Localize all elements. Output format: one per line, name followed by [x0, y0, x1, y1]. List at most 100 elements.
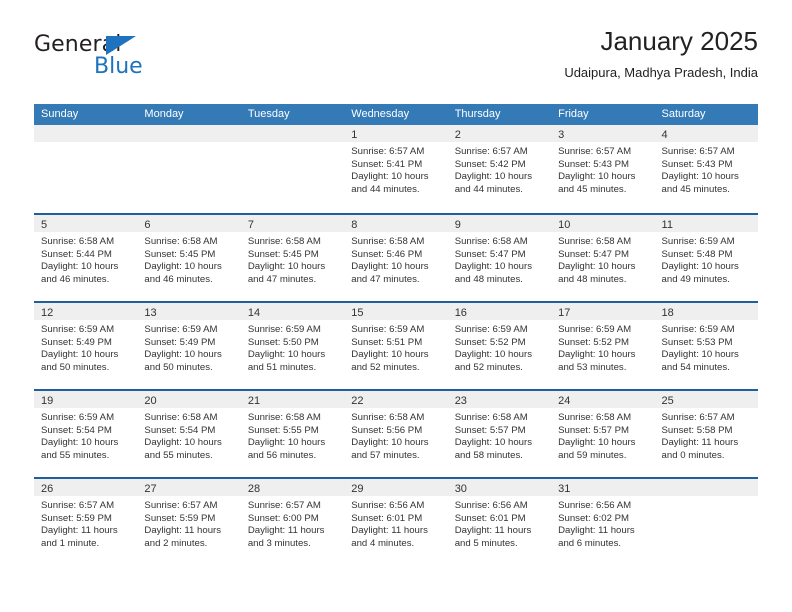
sunrise-text: Sunrise: 6:58 AM — [558, 236, 632, 247]
daylight-text-line2: and 54 minutes. — [661, 361, 730, 373]
generalblue-logo[interactable]: General Blue — [34, 32, 244, 88]
sunset-text: Sunset: 5:46 PM — [351, 248, 423, 260]
calendar-day-cell[interactable]: 13 Sunrise: 6:59 AM Sunset: 5:49 PM Dayligh… — [137, 303, 241, 389]
page-subtitle: Udaipura, Madhya Pradesh, India — [564, 65, 758, 80]
calendar-day-cell[interactable]: 11 Sunrise: 6:59 AM Sunset: 5:48 PM Dayligh… — [654, 215, 758, 301]
calendar-day-cell[interactable]: 17 Sunrise: 6:59 AM Sunset: 5:52 PM Dayligh… — [551, 303, 655, 389]
daylight-text-line1: Daylight: 10 hours — [454, 349, 533, 361]
daylight-text-line1: Daylight: 11 hours — [41, 525, 118, 537]
sunset-text: Sunset: 5:49 PM — [41, 336, 112, 348]
calendar-day-cell-empty — [34, 125, 138, 213]
sunrise-text: Sunrise: 6:59 AM — [558, 324, 632, 335]
day-number: 12 — [41, 307, 54, 319]
daylight-text-line2: and 5 minutes. — [454, 537, 518, 549]
day-number-strip: 17 — [551, 303, 655, 320]
calendar-day-cell[interactable]: 5 Sunrise: 6:58 AM Sunset: 5:44 PM Daylight… — [34, 215, 138, 301]
calendar-day-cell[interactable]: 6 Sunrise: 6:58 AM Sunset: 5:45 PM Daylight… — [137, 215, 241, 301]
calendar-day-cell[interactable]: 10 Sunrise: 6:58 AM Sunset: 5:47 PM Dayligh… — [551, 215, 655, 301]
day-details: Sunrise: 6:58 AM Sunset: 5:47 PM Daylight:… — [551, 232, 654, 286]
calendar-day-cell[interactable]: 20 Sunrise: 6:58 AM Sunset: 5:54 PM Dayligh… — [137, 391, 241, 477]
sunrise-text: Sunrise: 6:59 AM — [454, 324, 528, 335]
calendar-day-cell[interactable]: 21 Sunrise: 6:58 AM Sunset: 5:55 PM Dayligh… — [240, 391, 345, 477]
sunrise-text: Sunrise: 6:57 AM — [351, 146, 425, 157]
day-number-strip: 2 — [447, 125, 552, 142]
sunset-text: Sunset: 5:47 PM — [558, 248, 630, 260]
sunrise-text: Sunrise: 6:59 AM — [247, 324, 321, 335]
daylight-text-line1: Daylight: 10 hours — [351, 261, 429, 273]
daylight-text-line2: and 4 minutes. — [351, 537, 415, 549]
day-number-strip: 11 — [654, 215, 758, 232]
calendar-day-cell[interactable]: 2 Sunrise: 6:57 AM Sunset: 5:42 PM Daylight… — [447, 125, 552, 213]
daylight-text-line2: and 56 minutes. — [247, 449, 317, 461]
sunrise-text: Sunrise: 6:59 AM — [144, 324, 218, 335]
calendar-day-cell[interactable]: 30 Sunrise: 6:56 AM Sunset: 6:01 PM Dayligh… — [447, 479, 552, 565]
day-number: 11 — [661, 219, 673, 231]
day-details: Sunrise: 6:59 AM Sunset: 5:54 PM Daylight:… — [34, 408, 137, 462]
calendar-day-cell[interactable]: 8 Sunrise: 6:58 AM Sunset: 5:46 PM Daylight… — [344, 215, 448, 301]
day-details: Sunrise: 6:57 AM Sunset: 5:43 PM Daylight:… — [655, 142, 758, 196]
sunset-text: Sunset: 5:50 PM — [247, 336, 319, 348]
day-number-strip: 14 — [240, 303, 345, 320]
sunset-text: Sunset: 6:02 PM — [558, 512, 630, 524]
daylight-text-line2: and 45 minutes. — [558, 183, 627, 195]
daylight-text-line2: and 0 minutes. — [661, 449, 725, 461]
sunset-text: Sunset: 5:55 PM — [247, 424, 319, 436]
calendar-day-cell[interactable]: 31 Sunrise: 6:56 AM Sunset: 6:02 PM Dayligh… — [551, 479, 655, 565]
calendar-day-cell[interactable]: 24 Sunrise: 6:58 AM Sunset: 5:57 PM Dayligh… — [551, 391, 655, 477]
sunrise-text: Sunrise: 6:59 AM — [41, 324, 115, 335]
calendar-day-cell[interactable]: 22 Sunrise: 6:58 AM Sunset: 5:56 PM Dayligh… — [344, 391, 448, 477]
calendar-day-cell[interactable]: 3 Sunrise: 6:57 AM Sunset: 5:43 PM Daylight… — [551, 125, 655, 213]
day-number-strip: 10 — [551, 215, 655, 232]
calendar-day-cell[interactable]: 15 Sunrise: 6:59 AM Sunset: 5:51 PM Dayligh… — [344, 303, 448, 389]
calendar-day-cell[interactable]: 29 Sunrise: 6:56 AM Sunset: 6:01 PM Dayligh… — [344, 479, 448, 565]
day-details: Sunrise: 6:58 AM Sunset: 5:54 PM Daylight:… — [137, 408, 240, 462]
calendar-day-cell[interactable]: 12 Sunrise: 6:59 AM Sunset: 5:49 PM Dayligh… — [34, 303, 138, 389]
calendar-day-cell[interactable]: 16 Sunrise: 6:59 AM Sunset: 5:52 PM Dayligh… — [447, 303, 552, 389]
weekday-header-monday: Monday — [144, 108, 184, 120]
daylight-text-line2: and 48 minutes. — [558, 273, 627, 285]
daylight-text-line2: and 46 minutes. — [41, 273, 110, 285]
weekday-header-row: Sunday Monday Tuesday Wednesday Thursday… — [34, 104, 758, 125]
day-number: 3 — [558, 129, 565, 141]
calendar-day-cell[interactable]: 1 Sunrise: 6:57 AM Sunset: 5:41 PM Daylight… — [344, 125, 448, 213]
day-number: 8 — [351, 219, 358, 231]
calendar-day-cell[interactable]: 27 Sunrise: 6:57 AM Sunset: 5:59 PM Dayligh… — [137, 479, 241, 565]
day-number-strip: 16 — [447, 303, 552, 320]
calendar-day-cell[interactable]: 25 Sunrise: 6:57 AM Sunset: 5:58 PM Dayligh… — [654, 391, 758, 477]
calendar-day-cell[interactable]: 19 Sunrise: 6:59 AM Sunset: 5:54 PM Dayligh… — [34, 391, 138, 477]
calendar-day-cell[interactable]: 14 Sunrise: 6:59 AM Sunset: 5:50 PM Dayligh… — [240, 303, 345, 389]
calendar-day-cell[interactable]: 18 Sunrise: 6:59 AM Sunset: 5:53 PM Dayligh… — [654, 303, 758, 389]
day-number-strip: 4 — [654, 125, 758, 142]
sunrise-text: Sunrise: 6:58 AM — [454, 236, 528, 247]
sunset-text: Sunset: 5:59 PM — [144, 512, 216, 524]
logo-triangle-icon — [106, 36, 136, 55]
daylight-text-line2: and 48 minutes. — [454, 273, 523, 285]
title-block: January 2025 Udaipura, Madhya Pradesh, I… — [564, 26, 758, 80]
day-number-strip — [34, 125, 138, 142]
calendar-day-cell[interactable]: 9 Sunrise: 6:58 AM Sunset: 5:47 PM Daylight… — [447, 215, 552, 301]
daylight-text-line1: Daylight: 10 hours — [351, 349, 429, 361]
sunrise-text: Sunrise: 6:58 AM — [351, 412, 425, 423]
day-details: Sunrise: 6:57 AM Sunset: 5:58 PM Daylight:… — [655, 408, 758, 462]
calendar-day-cell[interactable]: 4 Sunrise: 6:57 AM Sunset: 5:43 PM Daylight… — [654, 125, 758, 213]
daylight-text-line1: Daylight: 11 hours — [351, 525, 428, 537]
calendar-day-cell[interactable]: 23 Sunrise: 6:58 AM Sunset: 5:57 PM Dayligh… — [447, 391, 552, 477]
sunset-text: Sunset: 6:00 PM — [247, 512, 319, 524]
daylight-text-line2: and 50 minutes. — [144, 361, 213, 373]
day-number-strip: 23 — [447, 391, 552, 408]
calendar-day-cell[interactable]: 7 Sunrise: 6:58 AM Sunset: 5:45 PM Daylight… — [240, 215, 345, 301]
daylight-text-line2: and 59 minutes. — [558, 449, 627, 461]
day-details: Sunrise: 6:57 AM Sunset: 5:43 PM Daylight:… — [551, 142, 654, 196]
sunrise-text: Sunrise: 6:56 AM — [558, 500, 632, 511]
calendar-day-cell[interactable]: 26 Sunrise: 6:57 AM Sunset: 5:59 PM Dayligh… — [34, 479, 138, 565]
calendar-day-cell[interactable]: 28 Sunrise: 6:57 AM Sunset: 6:00 PM Dayligh… — [240, 479, 345, 565]
daylight-text-line1: Daylight: 11 hours — [558, 525, 635, 537]
day-number: 7 — [247, 219, 254, 231]
day-details — [137, 142, 240, 146]
daylight-text-line2: and 1 minute. — [41, 537, 100, 549]
sunset-text: Sunset: 5:42 PM — [454, 158, 526, 170]
day-number-strip: 13 — [137, 303, 241, 320]
day-details: Sunrise: 6:59 AM Sunset: 5:50 PM Daylight:… — [241, 320, 344, 374]
sunset-text: Sunset: 5:43 PM — [558, 158, 630, 170]
sunrise-text: Sunrise: 6:57 AM — [558, 146, 632, 157]
